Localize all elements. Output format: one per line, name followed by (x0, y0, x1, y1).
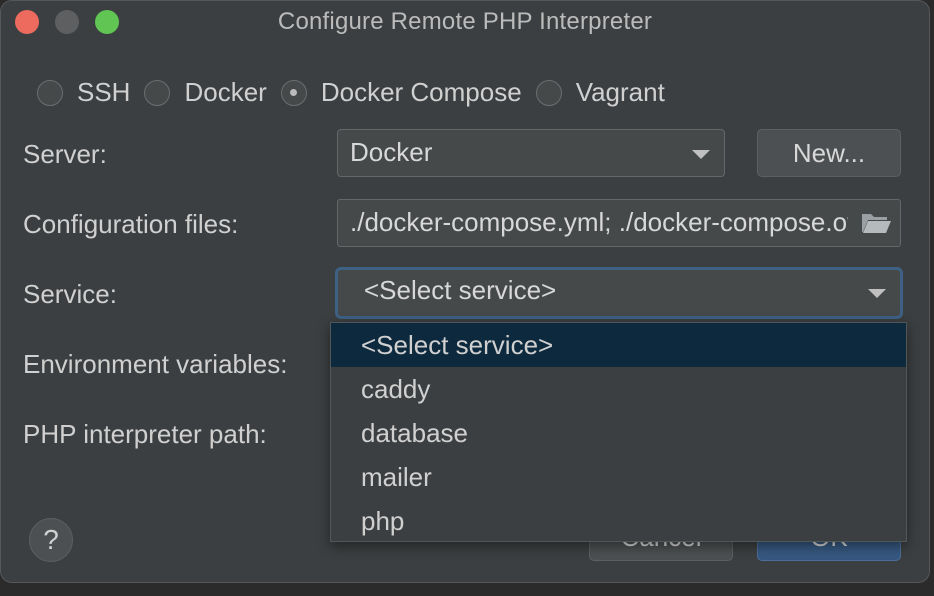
window-title: Configure Remote PHP Interpreter (277, 8, 653, 35)
radio-docker[interactable]: Docker (144, 77, 267, 108)
radio-docker-label: Docker (184, 77, 267, 107)
radio-ssh-label: SSH (77, 77, 131, 107)
title-bar[interactable]: Configure Remote PHP Interpreter (1, 1, 929, 43)
radio-docker-compose[interactable]: Docker Compose (280, 77, 522, 108)
chevron-down-icon (692, 150, 710, 159)
service-option[interactable]: database (331, 411, 906, 455)
service-option[interactable]: <Select service> (331, 323, 906, 367)
help-button[interactable]: ? (29, 518, 73, 562)
config-files-label: Configuration files: (23, 209, 239, 239)
service-option[interactable]: mailer (331, 455, 906, 499)
env-vars-label: Environment variables: (23, 349, 288, 379)
radio-button-checked-icon[interactable] (280, 79, 307, 106)
server-select[interactable]: Docker (337, 129, 725, 177)
service-select-value: <Select service> (364, 275, 557, 305)
server-select-value: Docker (350, 137, 433, 167)
config-files-field[interactable]: ./docker-compose.yml; ./docker-compose.o… (337, 199, 901, 247)
radio-docker-compose-label: Docker Compose (320, 77, 522, 107)
service-dropdown-list: <Select service> caddy database mailer p… (330, 322, 907, 542)
php-path-label: PHP interpreter path: (23, 419, 267, 449)
radio-vagrant[interactable]: Vagrant (535, 77, 665, 108)
server-label: Server: (23, 139, 107, 169)
service-select[interactable]: <Select service> (335, 267, 903, 319)
chevron-down-icon (868, 289, 886, 298)
service-option[interactable]: caddy (331, 367, 906, 411)
service-option[interactable]: php (331, 499, 906, 543)
service-label: Service: (23, 279, 117, 309)
connection-type-radio-group: SSH Docker Docker Compose Vagrant (37, 77, 679, 108)
radio-vagrant-label: Vagrant (575, 77, 665, 107)
new-server-button[interactable]: New... (757, 129, 901, 177)
config-files-value: ./docker-compose.yml; ./docker-compose.o… (350, 207, 848, 237)
radio-button-icon[interactable] (535, 79, 562, 106)
radio-ssh[interactable]: SSH (37, 77, 130, 108)
radio-button-icon[interactable] (144, 79, 171, 106)
folder-open-icon[interactable] (860, 211, 892, 235)
radio-button-icon[interactable] (37, 79, 63, 106)
